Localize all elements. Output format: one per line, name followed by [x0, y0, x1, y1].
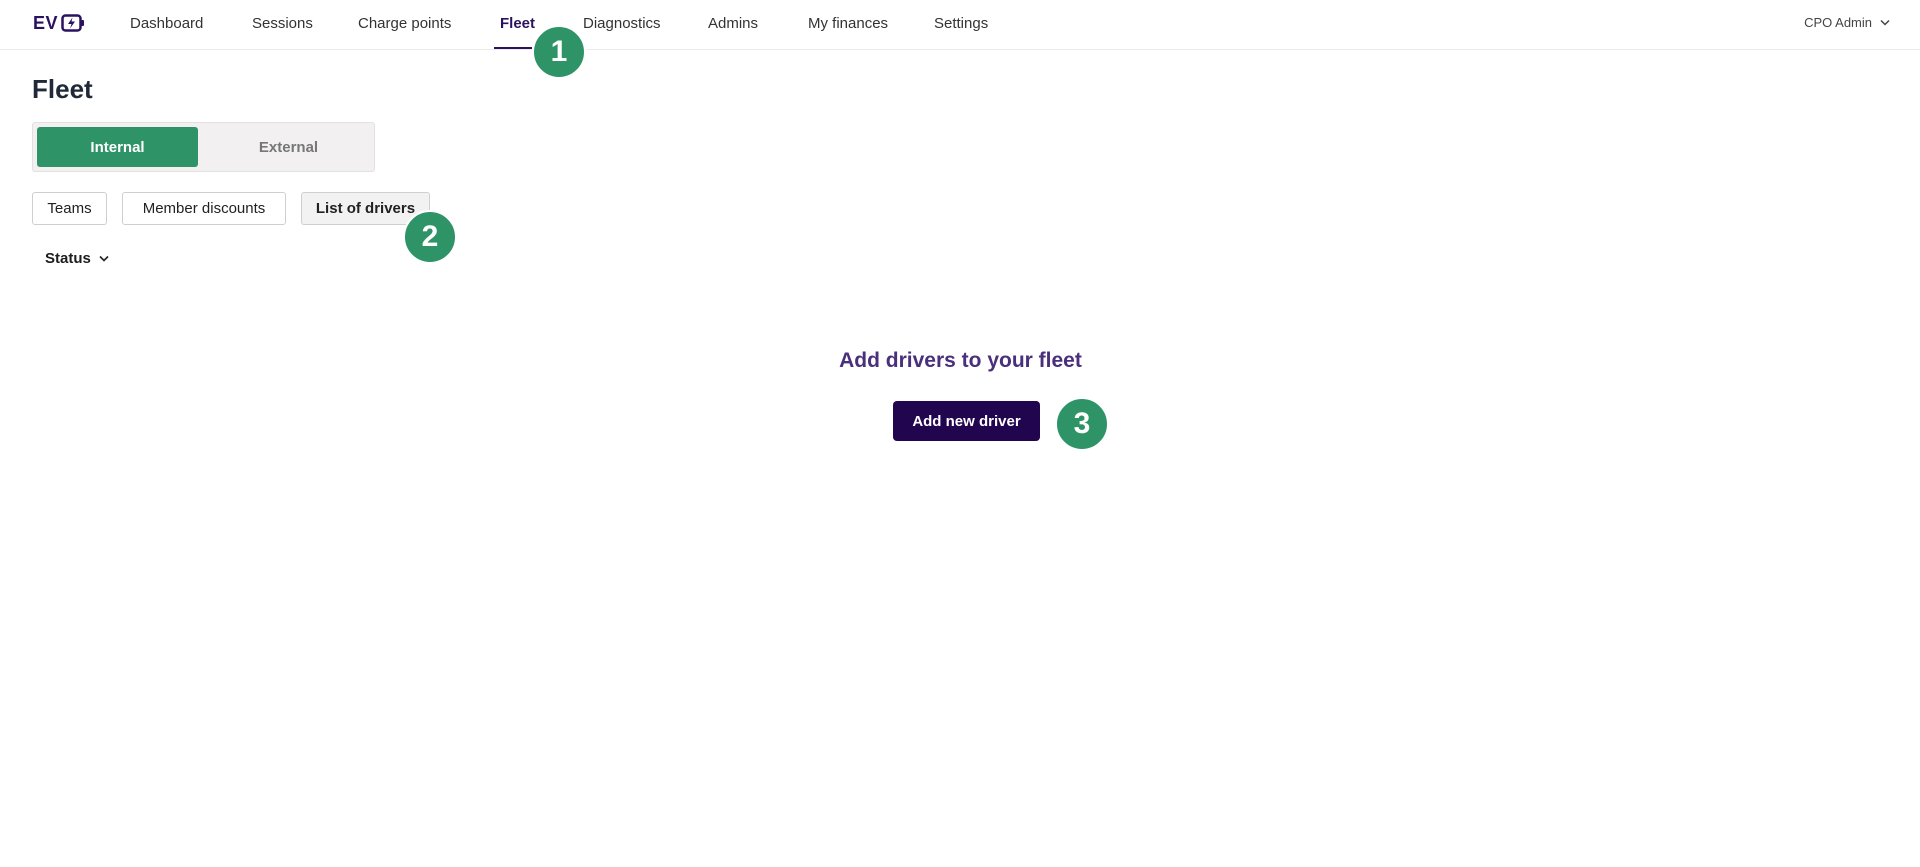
chevron-down-icon — [1880, 19, 1890, 26]
top-navigation-bar: EV Dashboard Sessions Charge points Flee… — [0, 0, 1920, 50]
chevron-down-icon — [99, 255, 109, 262]
step-marker-2: 2 — [403, 210, 457, 264]
step-marker-1: 1 — [532, 25, 586, 79]
subtab-teams[interactable]: Teams — [32, 192, 107, 225]
segment-external[interactable]: External — [208, 127, 369, 167]
user-name: CPO Admin — [1804, 15, 1872, 30]
nav-dashboard[interactable]: Dashboard — [130, 15, 203, 32]
status-filter-label: Status — [45, 250, 91, 267]
status-filter[interactable]: Status — [45, 250, 109, 267]
add-new-driver-button[interactable]: Add new driver — [893, 401, 1040, 441]
empty-state-title: Add drivers to your fleet — [839, 349, 1082, 372]
ev-logo[interactable]: EV — [33, 13, 85, 33]
page-title: Fleet — [32, 74, 93, 104]
user-menu[interactable]: CPO Admin — [1804, 15, 1890, 30]
nav-fleet[interactable]: Fleet — [500, 15, 535, 32]
nav-admins[interactable]: Admins — [708, 15, 758, 32]
logo-text: EV — [33, 12, 59, 33]
active-nav-indicator — [494, 47, 532, 49]
step-marker-3: 3 — [1055, 397, 1109, 451]
nav-diagnostics[interactable]: Diagnostics — [583, 15, 661, 32]
segment-internal[interactable]: Internal — [37, 127, 198, 167]
nav-charge-points[interactable]: Charge points — [358, 15, 451, 32]
nav-my-finances[interactable]: My finances — [808, 15, 888, 32]
charging-plug-icon — [61, 14, 85, 32]
fleet-type-toggle: Internal External — [32, 122, 375, 172]
nav-settings[interactable]: Settings — [934, 15, 988, 32]
subtab-member-discounts[interactable]: Member discounts — [122, 192, 286, 225]
nav-sessions[interactable]: Sessions — [252, 15, 313, 32]
